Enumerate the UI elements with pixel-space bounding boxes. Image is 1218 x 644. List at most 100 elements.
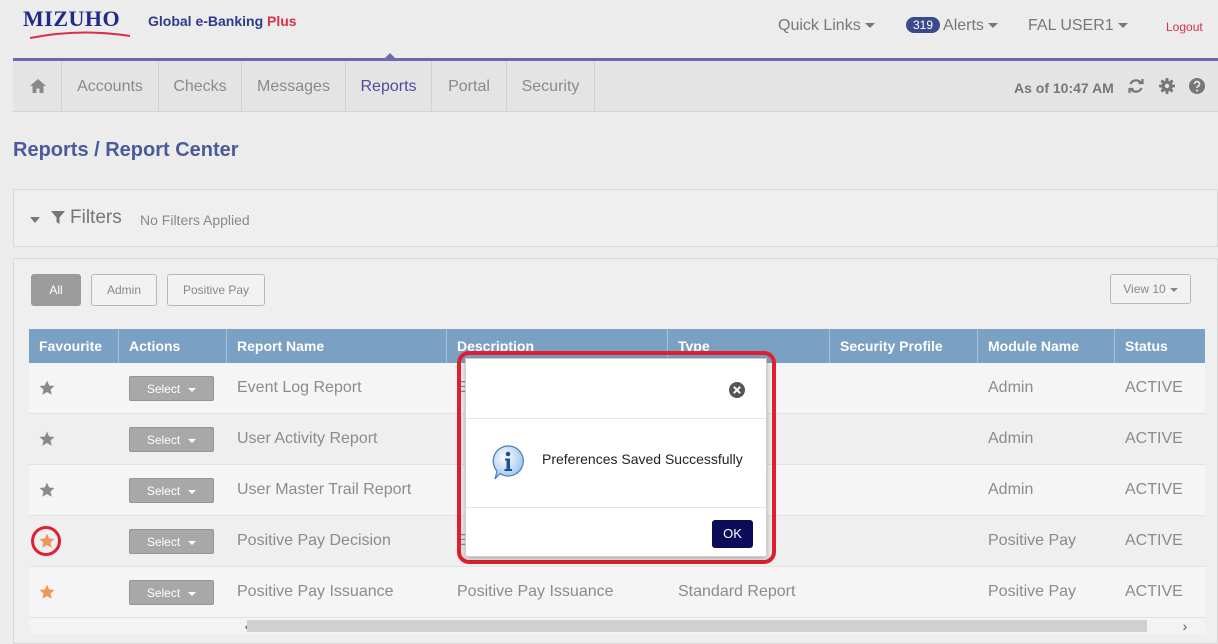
preferences-saved-dialog: Preferences Saved Successfully OK — [465, 358, 767, 557]
actions-select-button[interactable]: Select — [129, 580, 214, 605]
nav-home[interactable] — [13, 61, 62, 112]
gear-icon[interactable] — [1159, 78, 1175, 94]
refresh-icon[interactable] — [1128, 78, 1144, 94]
filters-panel: Filters No Filters Applied — [13, 189, 1218, 247]
quick-links-label: Quick Links — [778, 17, 861, 34]
chevron-down-icon — [188, 387, 197, 392]
filters-label[interactable]: Filters — [70, 207, 122, 229]
chevron-down-icon — [987, 23, 998, 29]
chip-positive-pay[interactable]: Positive Pay — [167, 274, 265, 306]
brand-plus: Plus — [267, 13, 297, 29]
module-name-cell: Admin — [988, 379, 1034, 396]
actions-select-button[interactable]: Select — [129, 427, 214, 452]
report-name-cell[interactable]: Positive Pay Decision — [227, 516, 447, 566]
table-row: Select Positive Pay Issuance Positive Pay … — [29, 567, 1205, 618]
status-cell: ACTIVE — [1125, 532, 1183, 549]
ok-button[interactable]: OK — [712, 520, 753, 548]
close-icon[interactable] — [728, 381, 746, 399]
actions-select-button[interactable]: Select — [129, 478, 214, 503]
security-profile-cell — [830, 363, 978, 413]
chip-admin[interactable]: Admin — [91, 274, 157, 306]
col-report-name[interactable]: Report Name — [227, 329, 447, 363]
view-count-label: View 10 — [1123, 282, 1166, 296]
security-profile-cell — [830, 567, 978, 617]
security-profile-cell — [830, 414, 978, 464]
user-menu[interactable]: FAL USER1 — [1028, 17, 1128, 35]
chevron-down-icon — [188, 591, 197, 596]
report-name-cell[interactable]: Event Log Report — [227, 363, 447, 413]
view-count-select[interactable]: View 10 — [1110, 274, 1191, 304]
dialog-message: Preferences Saved Successfully — [542, 451, 743, 467]
as-of-time: As of 10:47 AM — [1014, 80, 1114, 96]
status-cell: ACTIVE — [1125, 379, 1183, 396]
logo-swoosh-icon — [30, 31, 130, 39]
nav-portal[interactable]: Portal — [432, 61, 507, 112]
col-actions[interactable]: Actions — [119, 329, 227, 363]
nav-security[interactable]: Security — [507, 61, 595, 112]
active-nav-pointer — [384, 53, 396, 59]
quick-links-menu[interactable]: Quick Links — [778, 17, 875, 35]
dialog-divider — [466, 418, 766, 419]
page-title: Reports / Report Center — [13, 139, 239, 161]
select-label: Select — [146, 382, 181, 396]
select-label: Select — [146, 484, 181, 498]
chevron-down-icon — [1117, 23, 1128, 29]
col-security-profile[interactable]: Security Profile — [830, 329, 978, 363]
security-profile-cell — [830, 516, 978, 566]
dialog-divider — [466, 507, 766, 508]
filters-status: No Filters Applied — [140, 212, 250, 228]
favourite-star-icon[interactable] — [39, 431, 55, 447]
scrollbar-thumb[interactable] — [247, 620, 1147, 632]
select-label: Select — [146, 535, 181, 549]
user-name: FAL USER1 — [1028, 17, 1114, 34]
module-name-cell: Positive Pay — [988, 532, 1077, 549]
home-icon — [30, 79, 46, 93]
nav-messages[interactable]: Messages — [242, 61, 346, 112]
status-cell: ACTIVE — [1125, 481, 1183, 498]
filter-icon — [51, 211, 65, 224]
chevron-down-icon — [188, 489, 197, 494]
status-cell: ACTIVE — [1125, 583, 1183, 600]
logout-link[interactable]: Logout — [1166, 20, 1203, 34]
col-status[interactable]: Status — [1115, 329, 1205, 363]
module-name-cell: Admin — [988, 481, 1034, 498]
status-cell: ACTIVE — [1125, 430, 1183, 447]
security-profile-cell — [830, 465, 978, 515]
favourite-star-icon[interactable] — [39, 584, 55, 600]
nav-reports[interactable]: Reports — [346, 61, 432, 112]
description-cell: Positive Pay Issuance — [457, 583, 614, 600]
select-label: Select — [146, 586, 181, 600]
scroll-right-icon[interactable]: › — [1177, 618, 1193, 634]
actions-select-button[interactable]: Select — [129, 529, 214, 554]
nav-checks[interactable]: Checks — [159, 61, 242, 112]
brand-text: Global e-Banking — [148, 13, 264, 29]
chevron-down-icon — [864, 23, 875, 29]
report-name-cell[interactable]: User Master Trail Report — [227, 465, 447, 515]
favourite-highlight-circle — [31, 526, 61, 556]
alerts-label: Alerts — [943, 17, 984, 34]
collapse-caret-icon[interactable] — [30, 217, 40, 223]
col-favourite[interactable]: Favourite — [29, 329, 119, 363]
brand-name: Global e-Banking Plus — [148, 13, 297, 29]
help-icon[interactable] — [1189, 78, 1205, 94]
type-cell: Standard Report — [678, 583, 796, 600]
report-name-cell[interactable]: User Activity Report — [227, 414, 447, 464]
chevron-down-icon — [1169, 287, 1178, 292]
nav-accounts[interactable]: Accounts — [62, 61, 159, 112]
favourite-star-icon[interactable] — [39, 380, 55, 396]
select-label: Select — [146, 433, 181, 447]
horizontal-scrollbar[interactable]: ‹ › — [29, 618, 1205, 634]
alerts-menu[interactable]: 319 Alerts — [906, 17, 998, 35]
col-module-name[interactable]: Module Name — [978, 329, 1115, 363]
info-icon — [492, 445, 524, 480]
alerts-count-badge: 319 — [906, 17, 941, 33]
chevron-down-icon — [188, 540, 197, 545]
report-name-cell[interactable]: Positive Pay Issuance — [227, 567, 447, 617]
actions-select-button[interactable]: Select — [129, 376, 214, 401]
module-name-cell: Admin — [988, 430, 1034, 447]
chevron-down-icon — [188, 438, 197, 443]
mizuho-logo[interactable]: MIZUHO — [23, 6, 120, 32]
favourite-star-icon[interactable] — [39, 482, 55, 498]
chip-all[interactable]: All — [31, 274, 81, 306]
module-name-cell: Positive Pay — [988, 583, 1077, 600]
